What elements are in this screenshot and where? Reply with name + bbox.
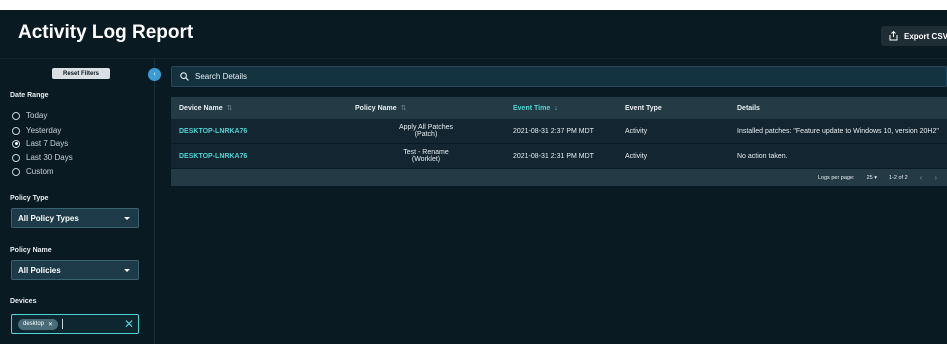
table-row[interactable]: DESKTOP-LNRKA76 Apply All Patches (Patch… bbox=[171, 119, 947, 144]
pagination-bar: Logs per page: 25 ▾ 1-2 of 2 ‹ › bbox=[171, 169, 947, 186]
details-cell: No action taken. bbox=[737, 152, 788, 160]
caret-down-icon bbox=[124, 216, 130, 220]
details-cell: Installed patches: "Feature update to Wi… bbox=[737, 127, 939, 135]
reset-filters-button[interactable]: Reset Filters bbox=[52, 68, 110, 79]
event-type-cell: Activity bbox=[625, 152, 648, 160]
table-header: Device Name ⇅ Policy Name ⇅ Event Time ↓ Ev… bbox=[171, 97, 947, 119]
sort-desc-icon: ↓ bbox=[554, 104, 558, 112]
policy-type-label: Policy Type bbox=[10, 195, 49, 202]
collapse-sidebar-button[interactable]: ‹ bbox=[148, 68, 161, 81]
chevron-left-icon: ‹ bbox=[153, 71, 156, 78]
policy-name-text: Apply All Patches bbox=[398, 124, 454, 131]
radio-checked-icon bbox=[12, 139, 20, 148]
column-policy-name[interactable]: Policy Name ⇅ bbox=[347, 104, 505, 112]
radio-label: Yesterday bbox=[26, 126, 62, 135]
radio-label: Today bbox=[26, 111, 48, 120]
logs-per-page-label: Logs per page: bbox=[817, 174, 855, 181]
radio-circle-icon bbox=[12, 167, 20, 176]
radio-label: Custom bbox=[26, 167, 54, 176]
policy-kind-text: (Worklet) bbox=[411, 156, 441, 163]
radio-circle-icon bbox=[12, 153, 20, 162]
radio-label: Last 7 Days bbox=[26, 139, 69, 148]
top-strip bbox=[0, 0, 947, 10]
column-label: Device Name bbox=[179, 105, 223, 112]
device-link[interactable]: DESKTOP-LNRKA76 bbox=[171, 128, 347, 135]
devices-label: Devices bbox=[10, 298, 37, 305]
radio-circle-icon bbox=[12, 111, 20, 120]
radio-circle-icon bbox=[12, 126, 20, 135]
policy-name-text: Test - Rename bbox=[403, 149, 449, 156]
column-event-type: Event Type bbox=[617, 105, 729, 112]
clear-icon[interactable]: ✕ bbox=[124, 317, 134, 331]
event-time-cell: 2021-08-31 2:31 PM MDT bbox=[513, 152, 594, 160]
policy-name-label: Policy Name bbox=[10, 247, 52, 254]
policy-cell: Apply All Patches (Patch) bbox=[347, 124, 505, 138]
caret-down-icon bbox=[124, 268, 130, 272]
policy-name-value: All Policies bbox=[18, 265, 61, 275]
sort-icon: ⇅ bbox=[226, 105, 233, 112]
column-label: Policy Name bbox=[355, 105, 397, 112]
search-icon bbox=[180, 72, 189, 81]
column-device-name[interactable]: Device Name ⇅ bbox=[171, 104, 347, 112]
text-cursor bbox=[62, 319, 64, 329]
event-type-cell: Activity bbox=[625, 127, 648, 135]
export-csv-button[interactable]: Export CSV bbox=[881, 26, 947, 46]
sort-icon: ⇅ bbox=[400, 105, 407, 112]
device-link[interactable]: DESKTOP-LNRKA76 bbox=[171, 153, 347, 160]
date-range-label: Date Range bbox=[10, 92, 49, 99]
radio-custom[interactable]: Custom bbox=[12, 167, 54, 176]
page-range: 1-2 of 2 bbox=[889, 174, 908, 181]
radio-label: Last 30 Days bbox=[26, 153, 73, 162]
export-csv-label: Export CSV bbox=[904, 31, 947, 41]
policy-type-value: All Policy Types bbox=[18, 213, 79, 223]
per-page-value: 25 bbox=[866, 174, 873, 181]
radio-today[interactable]: Today bbox=[12, 111, 47, 120]
column-event-time[interactable]: Event Time ↓ bbox=[505, 105, 617, 112]
caret-down-icon: ▾ bbox=[874, 174, 877, 181]
search-bar[interactable]: Search Details bbox=[171, 66, 947, 87]
policy-name-select[interactable]: All Policies bbox=[11, 260, 139, 280]
sidebar-divider bbox=[154, 59, 155, 344]
policy-cell: Test - Rename (Worklet) bbox=[347, 149, 505, 163]
export-icon bbox=[889, 31, 898, 41]
device-chip-label: desktop bbox=[23, 321, 45, 327]
next-page-icon[interactable]: › bbox=[934, 173, 937, 182]
activity-table: Device Name ⇅ Policy Name ⇅ Event Time ↓ Ev… bbox=[171, 97, 947, 186]
policy-kind-text: (Patch) bbox=[414, 131, 438, 138]
table-row[interactable]: DESKTOP-LNRKA76 Test - Rename (Worklet) … bbox=[171, 144, 947, 169]
policy-type-select[interactable]: All Policy Types bbox=[11, 208, 139, 228]
chip-remove-icon[interactable]: ✕ bbox=[48, 321, 53, 328]
page-title: Activity Log Report bbox=[18, 22, 194, 43]
prev-page-icon[interactable]: ‹ bbox=[920, 173, 923, 182]
search-placeholder: Search Details bbox=[195, 72, 248, 81]
radio-last-30-days[interactable]: Last 30 Days bbox=[12, 153, 73, 162]
column-label: Details bbox=[737, 104, 760, 112]
devices-input[interactable]: desktop ✕ ✕ bbox=[11, 314, 139, 334]
column-label: Event Time bbox=[513, 104, 551, 112]
event-time-cell: 2021-08-31 2:37 PM MDT bbox=[513, 127, 594, 135]
radio-last-7-days[interactable]: Last 7 Days bbox=[12, 139, 68, 148]
per-page-select[interactable]: 25 ▾ bbox=[867, 175, 877, 181]
column-details: Details bbox=[729, 105, 947, 112]
column-label: Event Type bbox=[625, 104, 662, 112]
device-chip[interactable]: desktop ✕ bbox=[18, 318, 59, 330]
radio-yesterday[interactable]: Yesterday bbox=[12, 126, 61, 135]
